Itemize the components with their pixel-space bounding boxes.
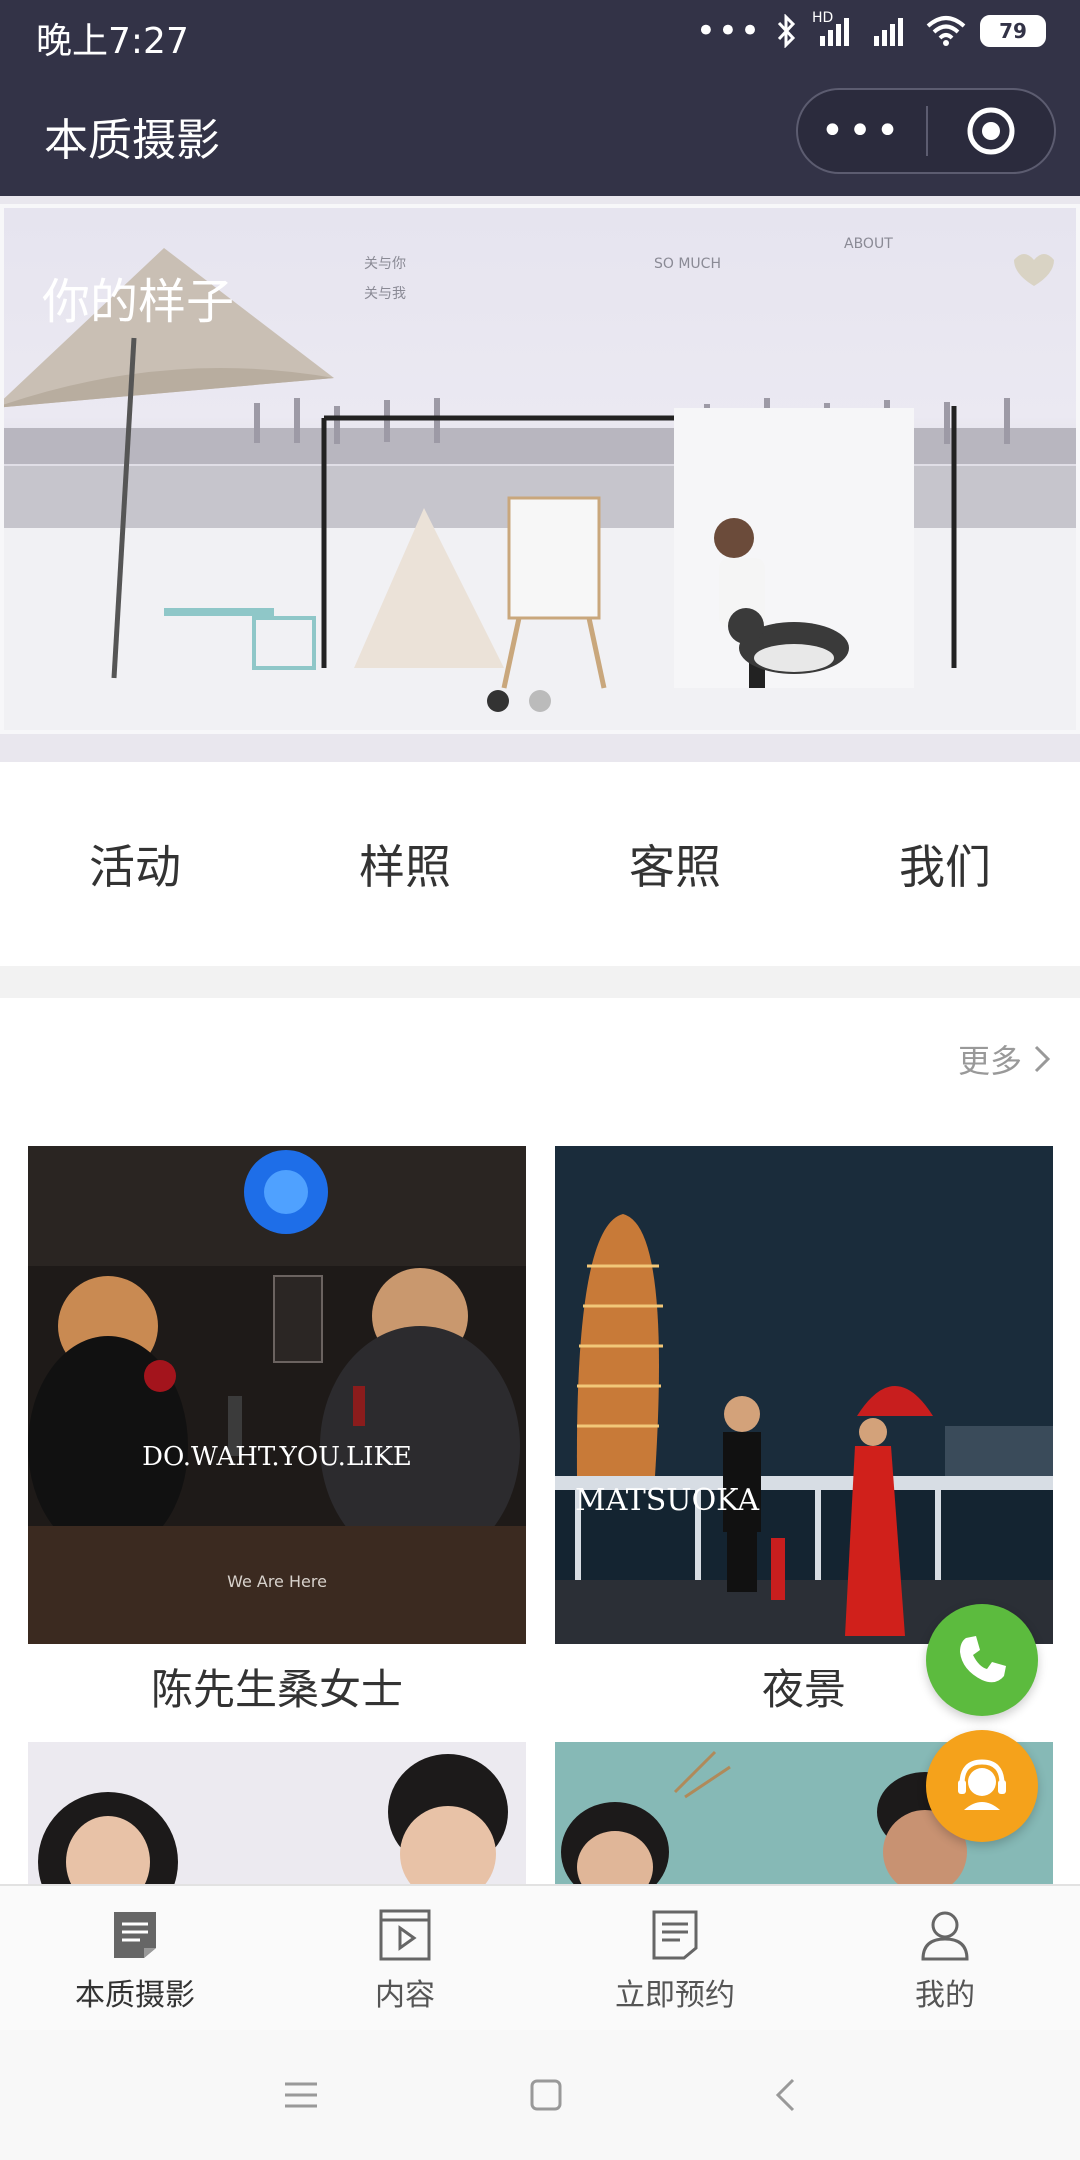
nav-item-activity[interactable]: 活动: [0, 762, 270, 966]
miniprogram-screen: 晚上7:27 ••• HD 79 本质摄影 ••• 你的样子 关与你 关与我 S…: [0, 0, 1080, 2160]
banner-calligraphy: 你的样子: [42, 274, 234, 330]
signal-icon: [874, 18, 903, 46]
banner-slide[interactable]: 你的样子 关与你 关与我 SO MUCH ABOUT: [0, 204, 1080, 734]
card-photo[interactable]: MATSUOKA: [555, 1146, 1053, 1644]
back-icon[interactable]: [773, 2077, 797, 2113]
tab-content[interactable]: 内容: [270, 1886, 540, 2030]
couple-bar-photo: DO.WAHT.YOU.LIKE We Are Here: [28, 1146, 526, 1644]
card-caption: 陈先生桑女士: [150, 1665, 403, 1714]
more-options-button[interactable]: •••: [798, 111, 926, 151]
home-icon[interactable]: [529, 2078, 563, 2112]
note-icon: [652, 1910, 698, 1960]
tab-booking[interactable]: 立即预约: [540, 1886, 810, 2030]
gallery-card[interactable]: [28, 1742, 526, 1884]
call-phone-button[interactable]: [926, 1604, 1038, 1716]
more-label: 更多: [957, 1042, 1022, 1080]
tab-label: 本质摄影: [75, 1978, 195, 2013]
section-divider: [0, 966, 1080, 998]
tab-label: 我的: [915, 1978, 975, 2013]
category-nav: 活动 样照 客照 我们: [0, 762, 1080, 966]
svg-text:关与我: 关与我: [364, 286, 406, 302]
tab-home[interactable]: 本质摄影: [0, 1886, 270, 2030]
gallery-card[interactable]: DO.WAHT.YOU.LIKE We Are Here 陈先生桑女士: [28, 1146, 526, 1717]
close-miniprogram-button[interactable]: [928, 105, 1054, 157]
target-circle-icon: [967, 107, 1015, 155]
headset-icon: [958, 1759, 1006, 1810]
title-bar: 本质摄影 •••: [0, 70, 1080, 196]
user-icon: [921, 1911, 969, 1961]
nav-item-samples[interactable]: 样照: [270, 762, 540, 966]
banner-carousel[interactable]: 你的样子 关与你 关与我 SO MUCH ABOUT: [0, 196, 1080, 762]
status-bar: 晚上7:27 ••• HD 79: [0, 0, 1080, 70]
notification-dots-icon: •••: [695, 11, 762, 51]
status-time: 晚上7:27: [36, 21, 189, 62]
carousel-indicator: [4, 690, 1080, 712]
system-navigation-bar: [0, 2030, 1080, 2160]
night-scene-photo: MATSUOKA: [555, 1146, 1053, 1644]
bluetooth-icon: [777, 14, 796, 48]
wifi-icon: [926, 16, 966, 46]
nav-item-client-photos[interactable]: 客照: [540, 762, 810, 966]
nav-item-about-us[interactable]: 我们: [810, 762, 1080, 966]
bottom-tab-bar: 本质摄影 内容 立即预约 我的: [0, 1884, 1080, 2030]
chevron-right-icon: [1034, 1045, 1051, 1073]
hd-signal-icon: HD: [812, 10, 858, 48]
photo-headline: DO.WAHT.YOU.LIKE: [142, 1442, 412, 1472]
svg-text:SO MUCH: SO MUCH: [654, 256, 721, 272]
page-title: 本质摄影: [44, 115, 220, 166]
banner-image: 你的样子 关与你 关与我 SO MUCH ABOUT: [4, 236, 1076, 730]
photo-headline: MATSUOKA: [575, 1483, 759, 1518]
card-photo[interactable]: DO.WAHT.YOU.LIKE We Are Here: [28, 1146, 526, 1644]
capsule-menu: •••: [796, 88, 1056, 174]
tab-label: 内容: [375, 1978, 435, 2013]
svg-text:关与你: 关与你: [364, 256, 406, 272]
svg-text:ABOUT: ABOUT: [844, 236, 893, 252]
customer-service-button[interactable]: [926, 1730, 1038, 1842]
status-icons: ••• HD 79: [695, 10, 1046, 51]
tab-label: 立即预约: [615, 1978, 735, 2013]
play-icon: [379, 1909, 431, 1961]
carousel-dot-1[interactable]: [487, 690, 509, 712]
menu-icon[interactable]: [283, 2080, 319, 2110]
card-photo[interactable]: [28, 1742, 526, 1884]
carousel-dot-2[interactable]: [529, 690, 551, 712]
photo-tagline: We Are Here: [227, 1572, 327, 1591]
phone-icon: [960, 1636, 1006, 1683]
document-icon: [114, 1912, 156, 1958]
tab-profile[interactable]: 我的: [810, 1886, 1080, 2030]
battery-indicator: 79: [980, 15, 1046, 47]
couple-studio-photo: [28, 1742, 526, 1884]
more-link[interactable]: 更多: [958, 1036, 1052, 1082]
